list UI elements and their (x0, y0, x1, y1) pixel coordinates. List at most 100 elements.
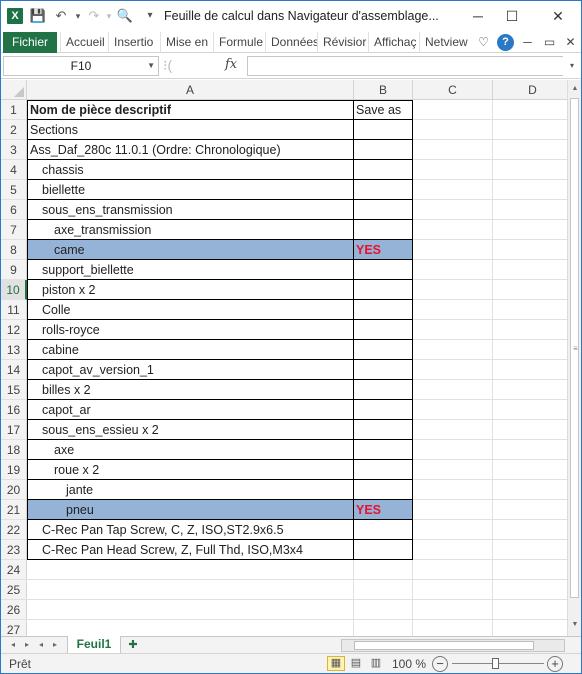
row-header[interactable]: 14 (1, 360, 27, 380)
cell-b[interactable] (354, 220, 413, 240)
cell-b[interactable] (354, 280, 413, 300)
cell-a[interactable]: axe_transmission (27, 220, 354, 240)
cell-c[interactable] (413, 220, 493, 240)
cell-a[interactable]: Sections (27, 120, 354, 140)
insert-function-button[interactable]: fx (225, 57, 237, 72)
tab-view[interactable]: Affichaç (368, 32, 420, 53)
row-header[interactable]: 7 (1, 220, 27, 240)
cell-d[interactable] (493, 560, 567, 580)
cell-d[interactable] (493, 120, 567, 140)
cell-a[interactable]: biellette (27, 180, 354, 200)
cell-d[interactable] (493, 200, 567, 220)
cell-a[interactable] (27, 620, 354, 636)
row-header[interactable]: 6 (1, 200, 27, 220)
cell-b[interactable] (354, 120, 413, 140)
cell-d[interactable] (493, 440, 567, 460)
row-header[interactable]: 19 (1, 460, 27, 480)
cell-d[interactable] (493, 320, 567, 340)
cell-c[interactable] (413, 160, 493, 180)
vertical-scrollbar[interactable]: ▲ ▼ (567, 80, 581, 636)
sheet-tab-feuil1[interactable]: Feuil1 (67, 636, 121, 654)
row-header[interactable]: 16 (1, 400, 27, 420)
cell-a[interactable]: roue x 2 (27, 460, 354, 480)
scroll-down-icon[interactable]: ▼ (568, 618, 581, 632)
cell-b[interactable] (354, 480, 413, 500)
zoom-slider-thumb[interactable] (492, 658, 499, 669)
cell-c[interactable] (413, 580, 493, 600)
cell-d[interactable] (493, 400, 567, 420)
row-header[interactable]: 24 (1, 560, 27, 580)
cell-b[interactable] (354, 160, 413, 180)
next-sheet-icon[interactable]: ◂ (35, 638, 47, 652)
cell-b[interactable] (354, 440, 413, 460)
cell-c[interactable] (413, 360, 493, 380)
cell-b[interactable] (354, 260, 413, 280)
row-header[interactable]: 26 (1, 600, 27, 620)
cell-a[interactable]: came (27, 240, 354, 260)
cell-c[interactable] (413, 240, 493, 260)
cell-d[interactable] (493, 520, 567, 540)
column-header-b[interactable]: B (354, 80, 413, 100)
zoom-level[interactable]: 100 % (392, 657, 426, 671)
cell-d[interactable] (493, 140, 567, 160)
cell-b[interactable]: Save as (354, 100, 413, 120)
collapse-ribbon-icon[interactable]: ♡ (475, 34, 492, 51)
cell-d[interactable] (493, 180, 567, 200)
cell-b[interactable] (354, 340, 413, 360)
cell-d[interactable] (493, 540, 567, 560)
print-preview-icon[interactable]: 🔍 (116, 7, 134, 25)
tab-insert[interactable]: Insertio (108, 32, 160, 53)
cell-b[interactable] (354, 300, 413, 320)
name-box-dropdown-icon[interactable]: ▼ (147, 57, 155, 75)
tab-netview[interactable]: Netview (419, 32, 471, 53)
cell-d[interactable] (493, 260, 567, 280)
row-header[interactable]: 18 (1, 440, 27, 460)
row-header[interactable]: 9 (1, 260, 27, 280)
row-header[interactable]: 1 (1, 100, 27, 120)
minimize-workbook-icon[interactable]: ─ (519, 34, 536, 51)
cell-c[interactable] (413, 300, 493, 320)
cell-a[interactable]: axe (27, 440, 354, 460)
scroll-up-icon[interactable]: ▲ (568, 82, 581, 96)
cell-c[interactable] (413, 520, 493, 540)
cell-d[interactable] (493, 220, 567, 240)
cell-c[interactable] (413, 120, 493, 140)
cell-b[interactable] (354, 140, 413, 160)
cell-a[interactable]: C-Rec Pan Tap Screw, C, Z, ISO,ST2.9x6.5 (27, 520, 354, 540)
tab-home[interactable]: Accueil (60, 32, 110, 53)
tab-formulas[interactable]: Formule (213, 32, 265, 53)
cell-a[interactable]: rolls-royce (27, 320, 354, 340)
row-header[interactable]: 25 (1, 580, 27, 600)
row-header[interactable]: 15 (1, 380, 27, 400)
cell-a[interactable]: sous_ens_transmission (27, 200, 354, 220)
cell-d[interactable] (493, 340, 567, 360)
row-header[interactable]: 21 (1, 500, 27, 520)
minimize-button[interactable]: ─ (461, 3, 495, 29)
normal-view-icon[interactable]: ▦ (327, 656, 345, 671)
cell-d[interactable] (493, 620, 567, 636)
cell-a[interactable]: capot_ar (27, 400, 354, 420)
cell-b[interactable] (354, 460, 413, 480)
cell-c[interactable] (413, 100, 493, 120)
name-box[interactable]: F10 ▼ (3, 56, 159, 76)
cell-a[interactable]: sous_ens_essieu x 2 (27, 420, 354, 440)
cell-b[interactable] (354, 540, 413, 560)
cell-b[interactable] (354, 360, 413, 380)
cell-c[interactable] (413, 500, 493, 520)
cell-a[interactable]: jante (27, 480, 354, 500)
maximize-button[interactable]: ☐ (495, 3, 529, 29)
cell-c[interactable] (413, 260, 493, 280)
cell-d[interactable] (493, 300, 567, 320)
cell-c[interactable] (413, 140, 493, 160)
cell-c[interactable] (413, 540, 493, 560)
cell-a[interactable]: Ass_Daf_280c 11.0.1 (Ordre: Chronologiqu… (27, 140, 354, 160)
cell-d[interactable] (493, 480, 567, 500)
cell-a[interactable]: Colle (27, 300, 354, 320)
cell-d[interactable] (493, 580, 567, 600)
column-header-a[interactable]: A (27, 80, 354, 100)
undo-icon[interactable]: ↶ (52, 7, 70, 25)
save-icon[interactable]: 💾 (29, 7, 47, 25)
tab-data[interactable]: Données (265, 32, 318, 53)
help-icon[interactable]: ? (497, 34, 514, 51)
horizontal-scrollbar[interactable] (341, 639, 565, 652)
